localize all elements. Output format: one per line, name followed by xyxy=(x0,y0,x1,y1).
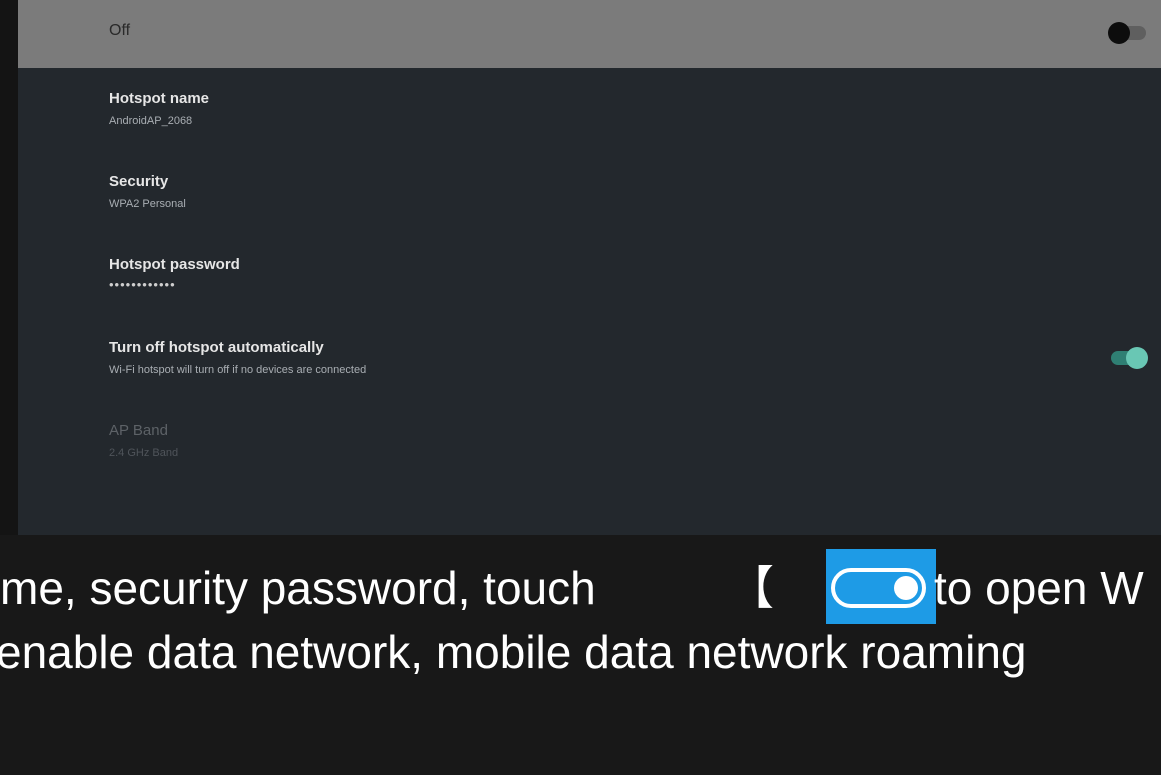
caption-bracket: 【 xyxy=(728,562,774,614)
toggle-on-icon[interactable] xyxy=(1111,347,1148,369)
setting-title: AP Band xyxy=(109,422,168,439)
setting-subtitle: 2.4 GHz Band xyxy=(109,447,179,459)
setting-hotspot-name[interactable]: Hotspot name AndroidAP_2068 xyxy=(109,90,209,128)
left-edge xyxy=(0,0,18,535)
setting-title: Turn off hotspot automatically xyxy=(109,339,324,356)
caption-line-1-end: to open W xyxy=(934,562,1144,614)
setting-security[interactable]: Security WPA2 Personal xyxy=(109,173,186,211)
setting-auto-turn-off[interactable]: Turn off hotspot automatically Wi-Fi hot… xyxy=(109,339,366,377)
setting-hotspot-password[interactable]: Hotspot password •••••••••••• xyxy=(109,256,240,292)
hotspot-master-switch-row[interactable]: Off xyxy=(18,0,1161,68)
hotspot-settings-screen: Off Hotspot name AndroidAP_2068 Security… xyxy=(18,0,1161,535)
setting-subtitle: WPA2 Personal xyxy=(109,198,186,210)
toggle-off-icon[interactable] xyxy=(1108,22,1146,44)
setting-subtitle: AndroidAP_2068 xyxy=(109,115,193,127)
setting-subtitle: Wi-Fi hotspot will turn off if no device… xyxy=(109,364,367,376)
caption-line-1: me, security password, touch xyxy=(0,562,596,614)
setting-ap-band: AP Band 2.4 GHz Band xyxy=(109,422,178,460)
setting-title: Hotspot password xyxy=(109,256,240,273)
setting-title: Hotspot name xyxy=(109,90,210,107)
inline-toggle-icon xyxy=(831,568,926,608)
setting-password-mask: •••••••••••• xyxy=(109,277,176,292)
master-switch-label: Off xyxy=(109,22,131,39)
setting-title: Security xyxy=(109,173,169,190)
caption-line-2: enable data network, mobile data network… xyxy=(0,626,1027,678)
